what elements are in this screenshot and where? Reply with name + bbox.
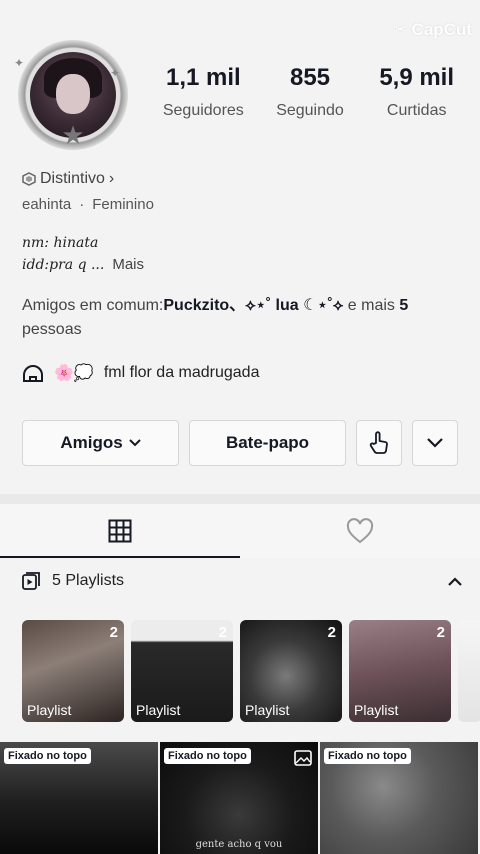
badge-label: Distintivo (40, 170, 105, 187)
sparkle-icon: ✦ (14, 56, 25, 70)
grid-icon (108, 519, 132, 543)
stat-label: Curtidas (386, 102, 447, 119)
stat-label: Seguidores (162, 102, 244, 119)
avatar-face (56, 74, 90, 114)
stat-label: Seguindo (276, 102, 344, 119)
chat-button[interactable]: Bate-papo (189, 420, 346, 466)
pinned-badge: Fixado no topo (4, 748, 91, 764)
username: eahinta (22, 196, 72, 213)
mutual-friends[interactable]: Amigos em comum:Puckzito、⟡⋆˚ lua ☾⋆˚⟡ e … (22, 294, 462, 342)
chat-button-label: Bate-papo (225, 433, 310, 452)
stat-value: 855 (289, 64, 331, 91)
pinned-badge: Fixado no topo (324, 748, 411, 764)
playlist-label: Playlist (354, 702, 399, 718)
tab-liked[interactable] (240, 504, 480, 558)
chevron-down-icon (427, 438, 443, 448)
star-icon: ★ (61, 120, 85, 150)
hand-point-icon (369, 431, 388, 454)
playlists-count-label: 5 Playlists (52, 572, 125, 589)
video-thumbnail[interactable]: Fixado no topo (320, 742, 478, 854)
badge-icon (22, 172, 36, 186)
gender: Feminino (92, 196, 154, 213)
chevron-up-icon[interactable] (448, 576, 462, 586)
playlist-video-count: 2 (109, 624, 118, 641)
watermark-text: CapCut (411, 20, 472, 39)
bio-more-link[interactable]: Mais (112, 256, 144, 273)
mutual-friends-mid: e mais (343, 297, 400, 314)
playlists-header[interactable]: 5 Playlists (22, 572, 462, 590)
bio-line-2: idd:pra q ... Mais (22, 254, 144, 276)
video-thumbnail[interactable]: Fixado no topo gente acho q vou (160, 742, 318, 854)
photo-icon (294, 750, 312, 766)
playlist-video-count: 2 (436, 624, 445, 641)
dome-icon (23, 365, 43, 382)
mutual-friends-count: 5 (399, 297, 409, 314)
capcut-logo-icon: ✂ (393, 20, 408, 39)
badge-link[interactable]: Distintivo › (22, 170, 114, 188)
video-caption: gente acho q vou (195, 839, 283, 850)
section-divider (0, 494, 480, 504)
profile-stats: 1,1 mil Seguidores 855 Seguindo 5,9 mil … (150, 64, 470, 120)
content-tabs (0, 504, 480, 558)
action-buttons: Amigos Bate-papo (22, 420, 458, 466)
playlist-icon (22, 572, 40, 590)
status-emoji: 🌸💭 (54, 365, 94, 382)
playlist-carousel: 2 Playlist 2 Playlist 2 Playlist 2 Playl… (22, 620, 480, 722)
more-options-button[interactable] (412, 420, 458, 466)
playlist-card[interactable]: 2 Playlist (22, 620, 124, 722)
playlist-card[interactable]: 2 Playlist (349, 620, 451, 722)
status-text: fml flor da madrugada (103, 364, 260, 381)
bio-line: idd:pra q ... (22, 257, 105, 273)
mutual-friends-prefix: Amigos em comum: (22, 297, 164, 314)
username-row: eahinta · Feminino (22, 196, 154, 213)
video-thumbnail[interactable]: Fixado no topo (0, 742, 158, 854)
mutual-friends-suffix: pessoas (22, 321, 82, 338)
dot-separator: · (79, 196, 85, 213)
stat-value: 1,1 mil (165, 64, 241, 91)
chevron-right-icon: › (108, 170, 115, 187)
friends-button[interactable]: Amigos (22, 420, 179, 466)
bio-line: nm: hinata (22, 235, 99, 251)
playlist-label: Playlist (136, 702, 181, 718)
stat-following[interactable]: 855 Seguindo (257, 64, 364, 120)
heart-icon (346, 518, 374, 544)
playlist-video-count: 2 (218, 624, 227, 641)
stat-followers[interactable]: 1,1 mil Seguidores (150, 64, 257, 120)
pinned-badge: Fixado no topo (164, 748, 251, 764)
playlist-label: Playlist (27, 702, 72, 718)
playlist-card-partial[interactable] (458, 620, 480, 722)
tab-videos[interactable] (0, 504, 240, 558)
video-grid: Fixado no topo Fixado no topo gente acho… (0, 742, 480, 854)
stat-value: 5,9 mil (379, 64, 455, 91)
stat-likes[interactable]: 5,9 mil Curtidas (363, 64, 470, 120)
playlist-card[interactable]: 2 Playlist (240, 620, 342, 722)
chevron-down-icon (128, 439, 141, 447)
sparkle-icon: ✦ (110, 66, 121, 80)
friends-button-label: Amigos (60, 433, 123, 452)
mutual-friends-names: Puckzito、⟡⋆˚ lua ☾⋆˚⟡ (163, 297, 344, 314)
playlist-label: Playlist (245, 702, 290, 718)
playlist-video-count: 2 (327, 624, 336, 641)
avatar[interactable]: ★ ✦ ✦ (14, 40, 128, 150)
status-row[interactable]: 🌸💭 fml flor da madrugada (22, 363, 259, 383)
capcut-watermark: ✂ CapCut (393, 20, 472, 40)
playlist-card[interactable]: 2 Playlist (131, 620, 233, 722)
poke-button[interactable] (356, 420, 402, 466)
bio[interactable]: nm: hinata idd:pra q ... Mais (22, 232, 144, 276)
